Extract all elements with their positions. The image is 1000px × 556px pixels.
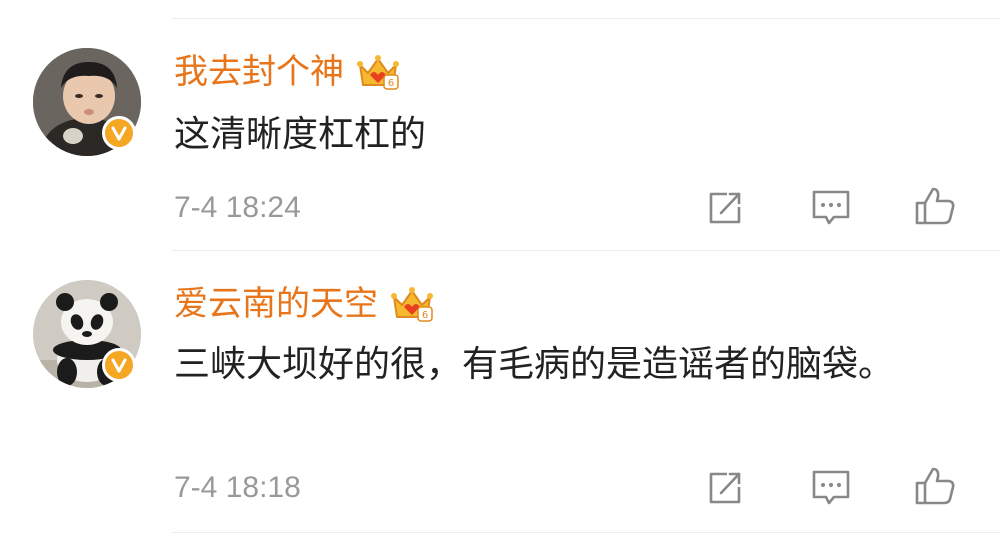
- comment-item: 爱云南的天空 6 三峡大坝好的很，有毛病的是造谣者的脑袋。 7-4 18:18: [0, 250, 1000, 556]
- svg-text:6: 6: [388, 78, 394, 89]
- comment-button[interactable]: [806, 466, 856, 510]
- verified-badge-icon: [102, 348, 136, 382]
- repost-icon: [709, 472, 741, 504]
- crown-member-icon: 6: [390, 285, 434, 323]
- comment-text: 三峡大坝好的很，有毛病的是造谣者的脑袋。: [174, 344, 895, 385]
- svg-text:6: 6: [422, 310, 428, 321]
- timestamp: 7-4 18:24: [174, 191, 301, 224]
- username-text[interactable]: 爱云南的天空: [174, 282, 378, 326]
- comment-button[interactable]: [806, 186, 856, 230]
- like-icon: [915, 187, 955, 225]
- username[interactable]: 爱云南的天空 6: [174, 282, 434, 326]
- crown-member-icon: 6: [356, 53, 400, 91]
- comment-item: 我去封个神 6 这清晰度杠杠的 7-4 18:24: [0, 0, 1000, 250]
- repost-button[interactable]: [700, 186, 750, 230]
- bottom-divider: [172, 532, 1000, 533]
- comment-icon: [812, 190, 850, 225]
- username[interactable]: 我去封个神 6: [174, 50, 400, 94]
- timestamp: 7-4 18:18: [174, 471, 301, 504]
- username-text[interactable]: 我去封个神: [174, 50, 344, 94]
- like-icon: [915, 467, 955, 505]
- like-button[interactable]: [910, 464, 960, 508]
- repost-icon: [709, 192, 741, 224]
- like-button[interactable]: [910, 184, 960, 228]
- comment-icon: [812, 470, 850, 505]
- verified-badge-icon: [102, 116, 136, 150]
- repost-button[interactable]: [700, 466, 750, 510]
- comment-text: 这清晰度杠杠的: [174, 114, 427, 155]
